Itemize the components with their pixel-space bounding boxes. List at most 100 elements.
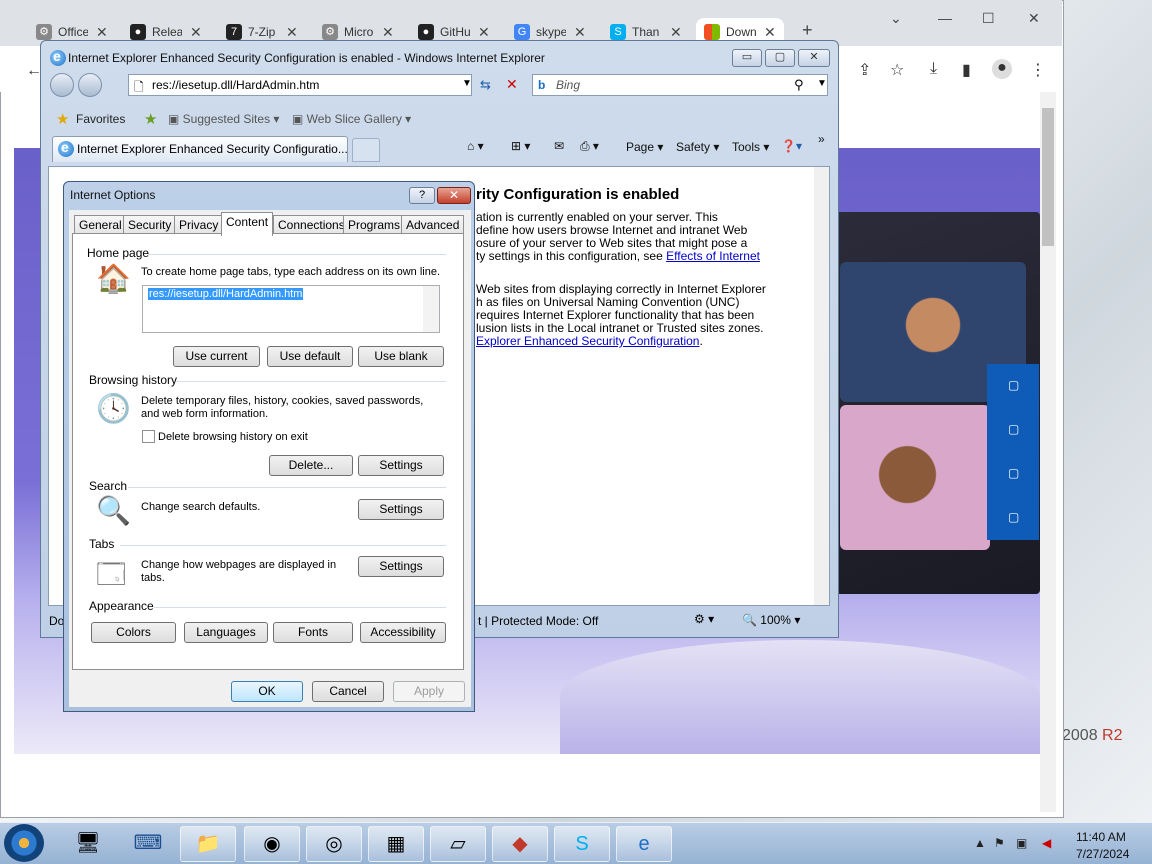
use-current-button[interactable]: Use current bbox=[173, 346, 260, 367]
tab-security[interactable]: Security bbox=[123, 215, 177, 235]
suggested-sites-link[interactable]: ▣ Suggested Sites ▾ bbox=[168, 112, 279, 126]
minimize-icon[interactable]: — bbox=[938, 10, 952, 26]
safety-menu[interactable]: Safety ▾ bbox=[676, 140, 719, 154]
flag-icon[interactable]: ⚑ bbox=[994, 836, 1005, 850]
close-tab-icon[interactable]: ✕ bbox=[478, 24, 490, 41]
tools-menu[interactable]: Tools ▾ bbox=[732, 140, 769, 154]
new-tab-button[interactable] bbox=[352, 138, 380, 162]
effects-link[interactable]: Effects of Internet bbox=[666, 249, 760, 263]
close-tab-icon[interactable]: ✕ bbox=[190, 24, 202, 41]
chevron-right-icon[interactable]: » bbox=[818, 132, 825, 146]
start-button[interactable] bbox=[4, 824, 44, 862]
search-icon[interactable]: ⚲ bbox=[794, 77, 804, 93]
close-tab-icon[interactable]: ✕ bbox=[382, 24, 394, 41]
tab-programs[interactable]: Programs bbox=[343, 215, 406, 235]
help-button[interactable]: ? bbox=[409, 187, 435, 204]
powershell-icon[interactable]: ⌨ bbox=[120, 826, 176, 862]
side-panel-icon[interactable]: ▮ bbox=[962, 60, 971, 80]
volume-icon[interactable]: ◀ bbox=[1042, 836, 1051, 850]
close-tab-icon[interactable]: ✕ bbox=[96, 24, 108, 41]
chrome-icon[interactable]: ◉ bbox=[244, 826, 300, 862]
close-button[interactable]: ✕ bbox=[437, 187, 471, 204]
ok-button[interactable]: OK bbox=[231, 681, 303, 702]
zoom-control[interactable]: 🔍 100% ▾ bbox=[742, 613, 800, 627]
security-icon[interactable]: ⚙ ▾ bbox=[694, 612, 714, 626]
tab-advanced[interactable]: Advanced bbox=[401, 215, 465, 235]
help-icon[interactable]: ❓▾ bbox=[781, 139, 802, 153]
server-manager-icon[interactable]: 🖥 bbox=[60, 826, 116, 862]
print-icon[interactable]: ⎙ ▾ bbox=[580, 139, 599, 154]
clock-date[interactable]: 7/27/2024 bbox=[1076, 847, 1129, 861]
tab-content[interactable]: Content bbox=[221, 212, 274, 236]
tab-general[interactable]: General bbox=[74, 215, 127, 235]
close-window-icon[interactable]: ✕ bbox=[1028, 10, 1040, 27]
close-tab-icon[interactable]: ✕ bbox=[286, 24, 298, 41]
menu-kebab-icon[interactable]: ⋮ bbox=[1030, 60, 1046, 80]
tab-connections[interactable]: Connections bbox=[273, 215, 350, 235]
app-icon[interactable]: ◆ bbox=[492, 826, 548, 862]
home-icon[interactable]: ⌂ ▾ bbox=[467, 139, 484, 153]
textarea-scrollbar[interactable] bbox=[423, 286, 439, 332]
add-favorite-icon[interactable]: ★ bbox=[144, 110, 157, 128]
delete-on-exit-checkbox[interactable] bbox=[142, 430, 155, 443]
search-settings-button[interactable]: Settings bbox=[358, 499, 444, 520]
close-tab-icon[interactable]: ✕ bbox=[764, 24, 776, 41]
side-action-icon[interactable]: ▢ bbox=[1008, 378, 1019, 392]
tab-privacy[interactable]: Privacy bbox=[174, 215, 224, 235]
mail-icon[interactable]: ✉ bbox=[554, 139, 564, 153]
close-button[interactable]: ✕ bbox=[798, 49, 830, 67]
page-menu[interactable]: Page ▾ bbox=[626, 140, 663, 154]
explorer-icon[interactable]: 📁 bbox=[180, 826, 236, 862]
close-tab-icon[interactable]: ✕ bbox=[670, 24, 682, 41]
refresh-icon[interactable]: ⇆ bbox=[480, 77, 491, 93]
scrollbar-thumb[interactable] bbox=[1042, 108, 1054, 246]
maximize-button[interactable]: ▢ bbox=[765, 49, 795, 67]
download-icon[interactable]: ⤓ bbox=[930, 60, 937, 78]
stop-icon[interactable]: ✕ bbox=[506, 76, 518, 93]
network-tray-icon[interactable]: ▣ bbox=[1016, 836, 1027, 850]
favorites-button[interactable]: Favorites bbox=[76, 112, 125, 126]
profile-icon[interactable]: ● bbox=[992, 59, 1012, 79]
forward-button[interactable] bbox=[78, 73, 102, 97]
delete-on-exit-label[interactable]: Delete browsing history on exit bbox=[158, 431, 308, 444]
browsing-history-desc: Delete temporary files, history, cookies… bbox=[141, 395, 424, 407]
cancel-button[interactable]: Cancel bbox=[312, 681, 384, 702]
notepad-icon[interactable]: ▱ bbox=[430, 826, 486, 862]
side-action-icon[interactable]: ▢ bbox=[1008, 466, 1019, 480]
new-tab-button[interactable]: + bbox=[802, 20, 813, 41]
bookmark-star-icon[interactable]: ☆ bbox=[890, 60, 904, 80]
skype-icon[interactable]: S bbox=[554, 826, 610, 862]
ie-scrollbar[interactable] bbox=[814, 167, 829, 605]
chevron-down-icon[interactable]: ⌄ bbox=[890, 10, 902, 27]
tray-expand-icon[interactable]: ▲ bbox=[974, 836, 986, 850]
search-dropdown-icon[interactable]: ▼ bbox=[817, 78, 827, 89]
clock-time[interactable]: 11:40 AM bbox=[1076, 830, 1126, 844]
accessibility-button[interactable]: Accessibility bbox=[360, 622, 446, 643]
apply-button[interactable]: Apply bbox=[393, 681, 465, 702]
delete-history-button[interactable]: Delete... bbox=[269, 455, 353, 476]
minimize-button[interactable]: ▭ bbox=[732, 49, 762, 67]
back-button[interactable] bbox=[50, 73, 74, 97]
feeds-icon[interactable]: ⊞ ▾ bbox=[511, 139, 530, 153]
close-tab-icon[interactable]: ✕ bbox=[574, 24, 586, 41]
esc-link[interactable]: Explorer Enhanced Security Configuration bbox=[476, 334, 699, 348]
steam-icon[interactable]: ◎ bbox=[306, 826, 362, 862]
side-action-icon[interactable]: ▢ bbox=[1008, 510, 1019, 524]
maximize-icon[interactable]: ☐ bbox=[982, 10, 995, 27]
languages-button[interactable]: Languages bbox=[184, 622, 268, 643]
colors-button[interactable]: Colors bbox=[91, 622, 176, 643]
use-blank-button[interactable]: Use blank bbox=[358, 346, 444, 367]
share-icon[interactable]: ⇪ bbox=[858, 60, 871, 80]
network-icon[interactable]: ▦ bbox=[368, 826, 424, 862]
browsing-history-section-title: Browsing history bbox=[89, 373, 178, 387]
skype-icon: S bbox=[610, 24, 626, 40]
ie-icon[interactable]: e bbox=[616, 826, 672, 862]
ie-tab-icon bbox=[58, 139, 74, 157]
tabs-settings-button[interactable]: Settings bbox=[358, 556, 444, 577]
address-dropdown-icon[interactable]: ▼ bbox=[462, 78, 472, 89]
use-default-button[interactable]: Use default bbox=[267, 346, 353, 367]
fonts-button[interactable]: Fonts bbox=[273, 622, 353, 643]
web-slice-gallery-link[interactable]: ▣ Web Slice Gallery ▾ bbox=[292, 112, 411, 126]
side-action-icon[interactable]: ▢ bbox=[1008, 422, 1019, 436]
history-settings-button[interactable]: Settings bbox=[358, 455, 444, 476]
